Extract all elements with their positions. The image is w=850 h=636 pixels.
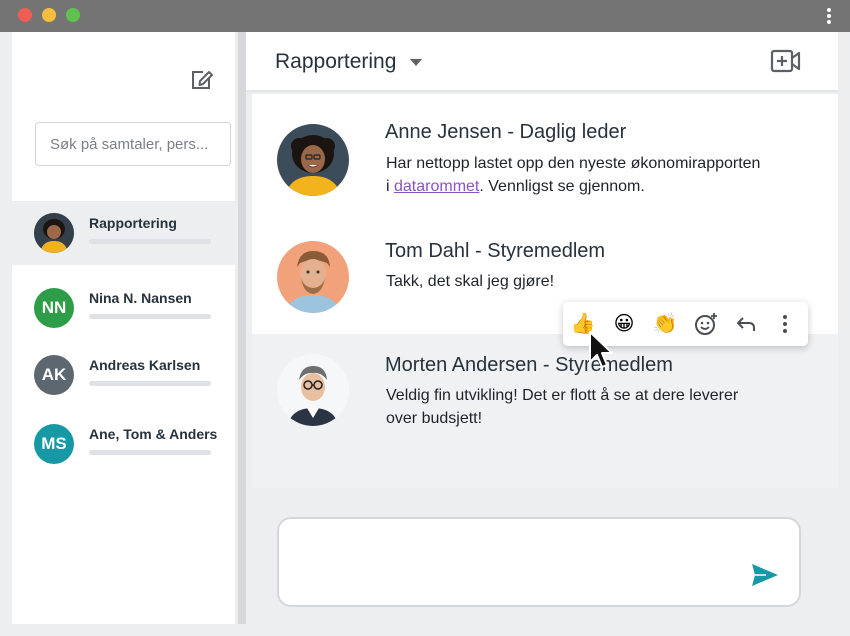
mouse-cursor-icon bbox=[589, 331, 613, 368]
message-input[interactable] bbox=[277, 517, 801, 607]
more-vertical-icon bbox=[783, 315, 787, 333]
conversation-name: Ane, Tom & Anders bbox=[89, 426, 218, 442]
reply-icon bbox=[737, 317, 755, 331]
close-window-button[interactable] bbox=[18, 8, 32, 22]
conversation-name: Nina N. Nansen bbox=[89, 290, 192, 306]
message-author: Anne Jensen - Daglig leder bbox=[385, 121, 627, 143]
message-preview-placeholder bbox=[89, 381, 211, 386]
message-line: Veldig fin utvikling! Det er flott å se … bbox=[386, 387, 739, 404]
message-preview-placeholder bbox=[89, 314, 211, 319]
message-line-prefix: i bbox=[386, 178, 394, 195]
avatar bbox=[277, 354, 349, 426]
message-author: Morten Andersen - Styremedlem bbox=[385, 354, 673, 376]
message-line-suffix: . Vennligst se gjennom. bbox=[479, 178, 645, 195]
conversation-item-rapportering[interactable]: Rapportering bbox=[12, 201, 235, 265]
message-preview-placeholder bbox=[89, 239, 211, 244]
avatar bbox=[277, 124, 349, 196]
avatar: NN bbox=[34, 288, 74, 328]
add-reaction-button[interactable] bbox=[692, 310, 720, 338]
video-call-button[interactable] bbox=[770, 47, 802, 75]
window-titlebar bbox=[0, 0, 850, 32]
channel-header: Rapportering bbox=[246, 32, 838, 92]
message-line: Har nettopp lastet opp den nyeste økonom… bbox=[386, 155, 761, 172]
chevron-down-icon[interactable] bbox=[410, 59, 422, 66]
message-line: over budsjett! bbox=[386, 410, 483, 427]
message-preview-placeholder bbox=[89, 450, 211, 455]
send-icon bbox=[752, 564, 778, 586]
window-menu-icon[interactable] bbox=[826, 8, 832, 24]
compose-icon bbox=[192, 71, 213, 89]
avatar bbox=[277, 241, 349, 313]
add-emoji-icon bbox=[695, 313, 717, 335]
channel-title[interactable]: Rapportering bbox=[275, 50, 396, 74]
avatar: MS bbox=[34, 424, 74, 464]
dataroom-link[interactable]: datarommet bbox=[394, 178, 479, 195]
maximize-window-button[interactable] bbox=[66, 8, 80, 22]
clap-reaction-button[interactable]: 👏 bbox=[651, 310, 679, 338]
conversation-name: Rapportering bbox=[89, 215, 177, 231]
conversation-item-andreas[interactable]: AK Andreas Karlsen bbox=[12, 343, 235, 407]
message-text: Veldig fin utvikling! Det er flott å se … bbox=[386, 384, 738, 430]
conversation-name: Andreas Karlsen bbox=[89, 357, 201, 373]
conversation-item-group[interactable]: MS Ane, Tom & Anders bbox=[12, 412, 235, 476]
avatar: AK bbox=[34, 355, 74, 395]
more-actions-button[interactable] bbox=[771, 310, 799, 338]
video-call-icon bbox=[770, 49, 801, 73]
conversation-item-nina[interactable]: NN Nina N. Nansen bbox=[12, 276, 235, 340]
minimize-window-button[interactable] bbox=[42, 8, 56, 22]
send-button[interactable] bbox=[750, 562, 780, 588]
message-text: Har nettopp lastet opp den nyeste økonom… bbox=[386, 152, 760, 198]
search-input[interactable] bbox=[35, 122, 231, 166]
message-text: Takk, det skal jeg gjøre! bbox=[386, 270, 554, 293]
group-avatar bbox=[34, 213, 74, 253]
new-conversation-button[interactable] bbox=[188, 65, 216, 93]
message-line: Takk, det skal jeg gjøre! bbox=[386, 273, 555, 290]
message-author: Tom Dahl - Styremedlem bbox=[385, 240, 606, 262]
reply-button[interactable] bbox=[732, 310, 760, 338]
sidebar-divider[interactable] bbox=[238, 32, 246, 624]
